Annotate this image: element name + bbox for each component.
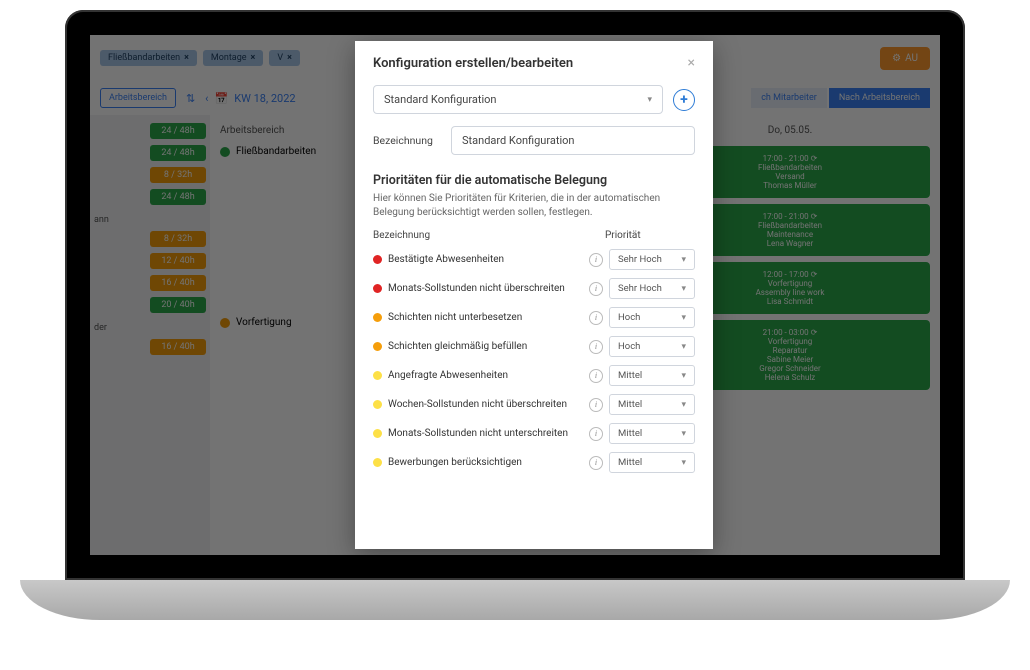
col-name-header: Bezeichnung bbox=[373, 230, 605, 241]
priority-row: Schichten nicht unterbesetzen i Hoch▾ bbox=[373, 307, 695, 328]
priority-row: Monats-Sollstunden nicht überschreiten iS… bbox=[373, 278, 695, 299]
priority-select[interactable]: Mittel▾ bbox=[609, 365, 695, 386]
priority-name: Bewerbungen berücksichtigen bbox=[388, 457, 583, 468]
priority-name: Bestätigte Abwesenheiten bbox=[388, 254, 583, 265]
priority-dot-icon bbox=[373, 371, 382, 380]
priority-dot-icon bbox=[373, 342, 382, 351]
info-icon[interactable]: i bbox=[589, 456, 603, 470]
priority-name: Schichten gleichmäßig befüllen bbox=[388, 341, 583, 352]
priority-select[interactable]: Hoch▾ bbox=[609, 336, 695, 357]
add-config-button[interactable]: + bbox=[673, 89, 695, 111]
name-label: Bezeichnung bbox=[373, 134, 441, 147]
priority-row: Wochen-Sollstunden nicht überschreiten iM… bbox=[373, 394, 695, 415]
chevron-down-icon: ▾ bbox=[681, 284, 686, 294]
close-icon[interactable]: × bbox=[688, 55, 695, 71]
modal-title: Konfiguration erstellen/bearbeiten bbox=[373, 56, 573, 71]
info-icon[interactable]: i bbox=[589, 282, 603, 296]
priority-select[interactable]: Mittel▾ bbox=[609, 394, 695, 415]
priority-name: Angefragte Abwesenheiten bbox=[388, 370, 583, 381]
info-icon[interactable]: i bbox=[589, 311, 603, 325]
chevron-down-icon: ▾ bbox=[681, 313, 686, 323]
priority-select[interactable]: Sehr Hoch▾ bbox=[609, 249, 695, 270]
chevron-down-icon: ▾ bbox=[681, 458, 686, 468]
col-prio-header: Priorität bbox=[605, 230, 695, 241]
priority-dot-icon bbox=[373, 255, 382, 264]
info-icon[interactable]: i bbox=[589, 398, 603, 412]
chevron-down-icon: ▾ bbox=[681, 400, 686, 410]
chevron-down-icon: ▾ bbox=[647, 95, 652, 105]
priority-select[interactable]: Mittel▾ bbox=[609, 452, 695, 473]
laptop-base bbox=[20, 580, 1010, 620]
priority-dot-icon bbox=[373, 400, 382, 409]
chevron-down-icon: ▾ bbox=[681, 255, 686, 265]
priority-select[interactable]: Hoch▾ bbox=[609, 307, 695, 328]
priorities-desc: Hier können Sie Prioritäten für Kriterie… bbox=[373, 192, 695, 220]
priority-name: Monats-Sollstunden nicht unterschreiten bbox=[388, 428, 583, 439]
info-icon[interactable]: i bbox=[589, 427, 603, 441]
info-icon[interactable]: i bbox=[589, 369, 603, 383]
priority-select[interactable]: Sehr Hoch▾ bbox=[609, 278, 695, 299]
info-icon[interactable]: i bbox=[589, 340, 603, 354]
priority-row: Bestätigte Abwesenheiten i Sehr Hoch▾ bbox=[373, 249, 695, 270]
chevron-down-icon: ▾ bbox=[681, 371, 686, 381]
priority-dot-icon bbox=[373, 313, 382, 322]
chevron-down-icon: ▾ bbox=[681, 429, 686, 439]
info-icon[interactable]: i bbox=[589, 253, 603, 267]
screen: Fließbandarbeiten× Montage× V× ⚙ AU Arbe… bbox=[90, 35, 940, 555]
name-input[interactable]: Standard Konfiguration bbox=[451, 126, 695, 155]
priority-name: Schichten nicht unterbesetzen bbox=[388, 312, 583, 323]
config-select[interactable]: Standard Konfiguration ▾ bbox=[373, 85, 663, 114]
priority-row: Schichten gleichmäßig befüllen i Hoch▾ bbox=[373, 336, 695, 357]
priorities-title: Prioritäten für die automatische Belegun… bbox=[373, 173, 695, 188]
config-modal: Konfiguration erstellen/bearbeiten × Sta… bbox=[355, 41, 713, 549]
chevron-down-icon: ▾ bbox=[681, 342, 686, 352]
laptop-frame: Fließbandarbeiten× Montage× V× ⚙ AU Arbe… bbox=[65, 10, 965, 580]
priority-row: Angefragte Abwesenheiten i Mittel▾ bbox=[373, 365, 695, 386]
priority-row: Monats-Sollstunden nicht unterschreiten i… bbox=[373, 423, 695, 444]
priority-name: Wochen-Sollstunden nicht überschreiten bbox=[388, 399, 583, 410]
priority-select[interactable]: Mittel▾ bbox=[609, 423, 695, 444]
priority-row: Bewerbungen berücksichtigen i Mittel▾ bbox=[373, 452, 695, 473]
priority-dot-icon bbox=[373, 429, 382, 438]
priority-dot-icon bbox=[373, 458, 382, 467]
priority-name: Monats-Sollstunden nicht überschreiten bbox=[388, 283, 583, 294]
priority-dot-icon bbox=[373, 284, 382, 293]
